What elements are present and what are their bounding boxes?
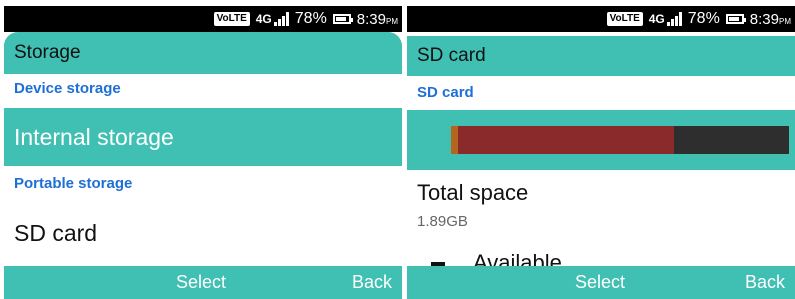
- network-type: 4G: [255, 12, 272, 26]
- clock-suffix: PM: [779, 16, 791, 26]
- status-bar: VoLTE 4G 78% 8:39PM: [4, 6, 402, 32]
- storage-screen: VoLTE 4G 78% 8:39PM Storage Device stora…: [4, 0, 402, 299]
- network-type: 4G: [648, 12, 665, 26]
- section-header-sd-card: SD card: [407, 78, 795, 108]
- back-softkey[interactable]: Back: [745, 266, 785, 299]
- signal-icon: [666, 12, 682, 26]
- page-title: Storage: [4, 32, 402, 74]
- total-space-value: 1.89GB: [417, 213, 468, 230]
- battery-icon: [725, 14, 746, 24]
- usage-segment-used: [457, 126, 675, 154]
- back-softkey[interactable]: Back: [352, 266, 392, 299]
- softkey-bar: Select Back: [407, 266, 795, 299]
- stage: VoLTE 4G 78% 8:39PM Storage Device stora…: [0, 0, 795, 299]
- signal-icon: [273, 12, 289, 26]
- storage-usage-row[interactable]: [407, 110, 795, 170]
- volte-badge: VoLTE: [213, 12, 250, 26]
- battery-percent: 78%: [687, 10, 720, 27]
- battery-percent: 78%: [294, 10, 327, 27]
- clock-time: 8:39: [749, 10, 779, 28]
- status-bar: VoLTE 4G 78% 8:39PM: [407, 6, 795, 32]
- list-item-sd-card[interactable]: SD card: [4, 205, 402, 261]
- total-space-label: Total space: [417, 180, 529, 205]
- sd-card-screen: VoLTE 4G 78% 8:39PM SD card SD card Tota…: [407, 0, 795, 299]
- battery-icon: [332, 14, 353, 24]
- status-indicators: VoLTE 4G 78% 8:39PM: [606, 6, 791, 32]
- usage-segment-other: [451, 126, 458, 154]
- network-indicator: 4G: [256, 12, 289, 26]
- page-title: SD card: [407, 36, 795, 76]
- clock: 8:39PM: [750, 11, 791, 28]
- section-header-portable-storage: Portable storage: [4, 169, 402, 199]
- volte-badge: VoLTE: [606, 12, 643, 26]
- section-header-device-storage: Device storage: [4, 74, 402, 104]
- clock-suffix: PM: [386, 16, 398, 26]
- clock-time: 8:39: [356, 10, 386, 28]
- storage-usage-bar: [451, 126, 789, 154]
- softkey-bar: Select Back: [4, 266, 402, 299]
- select-softkey[interactable]: Select: [575, 266, 625, 299]
- status-indicators: VoLTE 4G 78% 8:39PM: [213, 6, 398, 32]
- clock: 8:39PM: [357, 11, 398, 28]
- select-softkey[interactable]: Select: [176, 266, 226, 299]
- list-item-internal-storage[interactable]: Internal storage: [4, 108, 402, 166]
- network-indicator: 4G: [649, 12, 682, 26]
